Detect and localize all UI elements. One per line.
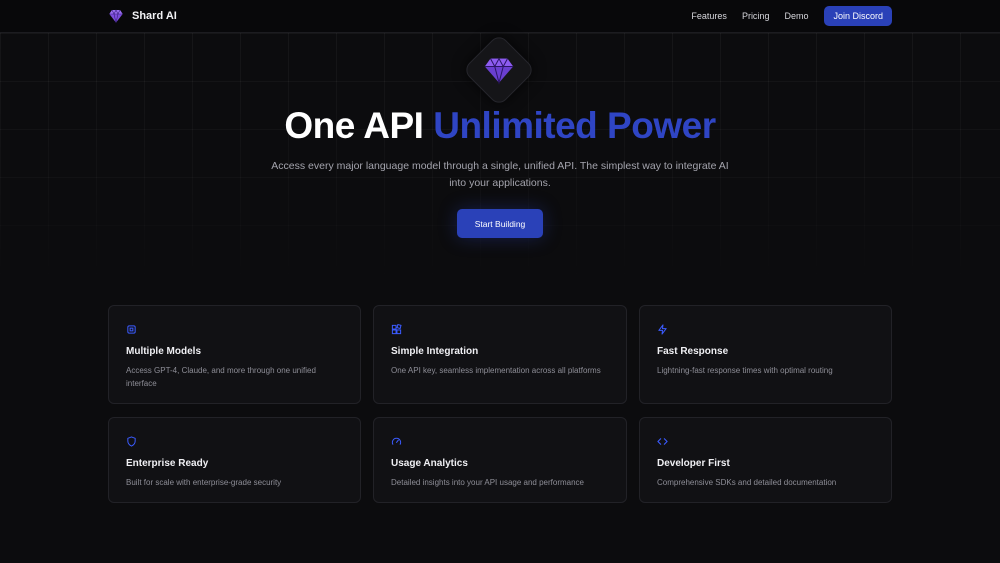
feature-card-enterprise-ready: Enterprise Ready Built for scale with en… — [108, 417, 361, 503]
hero-title-main: One API — [284, 105, 424, 146]
feature-description: Access GPT-4, Claude, and more through o… — [126, 366, 316, 388]
feature-card-fast-response: Fast Response Lightning-fast response ti… — [639, 305, 892, 404]
top-nav: Shard AI Features Pricing Demo Join Disc… — [0, 0, 1000, 33]
blocks-icon — [391, 322, 402, 335]
hero-title: One API Unlimited Power — [0, 104, 1000, 148]
feature-title: Usage Analytics — [391, 458, 468, 469]
nav-link-features[interactable]: Features — [691, 11, 727, 21]
feature-title: Enterprise Ready — [126, 458, 209, 469]
gem-logo-icon — [108, 8, 124, 24]
shield-icon — [126, 434, 137, 447]
feature-card-usage-analytics: Usage Analytics Detailed insights into y… — [373, 417, 627, 503]
feature-description: Detailed insights into your API usage an… — [391, 478, 585, 487]
feature-title: Multiple Models — [126, 346, 201, 357]
nav-link-pricing[interactable]: Pricing — [742, 11, 770, 21]
feature-description: Comprehensive SDKs and detailed document… — [657, 478, 837, 487]
join-discord-button[interactable]: Join Discord — [824, 6, 892, 26]
feature-description: Built for scale with enterprise-grade se… — [126, 478, 282, 487]
feature-description: One API key, seamless implementation acr… — [391, 366, 601, 375]
zap-icon — [657, 322, 668, 335]
start-building-button[interactable]: Start Building — [457, 209, 543, 238]
cpu-icon — [126, 322, 137, 334]
brand-name: Shard AI — [132, 10, 177, 22]
gauge-icon — [391, 434, 402, 445]
feature-card-multiple-models: Multiple Models Access GPT-4, Claude, an… — [108, 305, 361, 404]
gem-icon — [482, 53, 516, 87]
feature-title: Simple Integration — [391, 346, 479, 357]
feature-cards: Multiple Models Access GPT-4, Claude, an… — [108, 305, 892, 503]
feature-description: Lightning-fast response times with optim… — [657, 366, 833, 375]
brand[interactable]: Shard AI — [108, 8, 177, 24]
nav-link-demo[interactable]: Demo — [784, 11, 808, 21]
feature-title: Fast Response — [657, 346, 729, 357]
hero-subtitle: Access every major language model throug… — [271, 160, 729, 189]
nav-links: Features Pricing Demo Join Discord — [691, 6, 892, 26]
feature-card-developer-first: Developer First Comprehensive SDKs and d… — [639, 417, 892, 503]
feature-title: Developer First — [657, 458, 730, 469]
hero-title-accent: Unlimited Power — [433, 105, 716, 146]
page: Shard AI Features Pricing Demo Join Disc… — [0, 0, 1000, 563]
code-icon — [657, 434, 668, 445]
feature-card-simple-integration: Simple Integration One API key, seamless… — [373, 305, 627, 404]
